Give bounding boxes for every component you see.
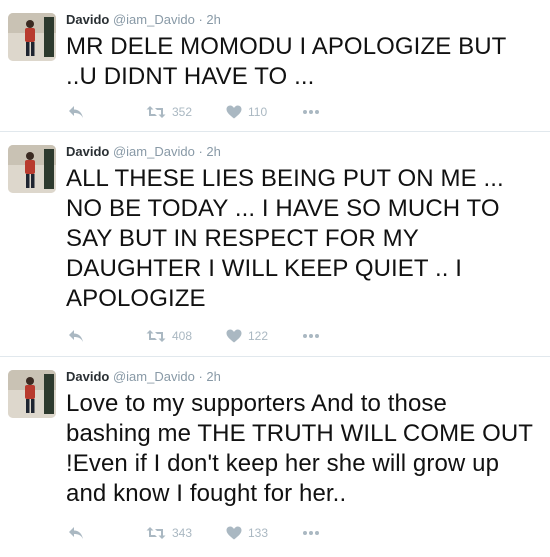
- more-button[interactable]: [302, 109, 320, 115]
- separator-dot: ·: [198, 369, 203, 384]
- retweet-icon: [146, 329, 166, 343]
- display-name[interactable]: Davido: [66, 12, 109, 27]
- more-dots-icon: [302, 109, 320, 115]
- timestamp[interactable]: 2h: [206, 144, 220, 159]
- like-count: 110: [248, 105, 268, 119]
- timestamp[interactable]: 2h: [206, 369, 220, 384]
- tweet-header: Davido @iam_Davido · 2h: [66, 144, 538, 160]
- display-name[interactable]: Davido: [66, 144, 109, 159]
- retweet-count: 352: [172, 105, 193, 119]
- like-count: 133: [248, 526, 269, 540]
- retweet-button[interactable]: 352: [146, 105, 192, 119]
- tweet-text: MR DELE MOMODU I APOLOGIZE BUT ..U DIDNT…: [66, 33, 506, 90]
- more-dots-icon: [302, 530, 320, 536]
- like-button[interactable]: 133: [226, 526, 268, 540]
- heart-icon: [226, 329, 242, 343]
- tweet-actions: 408 122: [66, 320, 538, 352]
- avatar[interactable]: [8, 13, 56, 61]
- reply-icon: [68, 105, 84, 119]
- reply-icon: [68, 329, 84, 343]
- tweet-header: Davido @iam_Davido · 2h: [66, 369, 538, 385]
- tweet[interactable]: Davido @iam_Davido · 2h ALL THESE LIES B…: [0, 132, 550, 357]
- heart-icon: [226, 526, 242, 540]
- more-dots-icon: [302, 333, 320, 339]
- like-button[interactable]: 122: [226, 329, 268, 343]
- timestamp[interactable]: 2h: [206, 12, 220, 27]
- user-handle[interactable]: @iam_Davido: [113, 12, 195, 27]
- like-count: 122: [248, 329, 269, 343]
- tweet[interactable]: Davido @iam_Davido · 2h MR DELE MOMODU I…: [0, 0, 550, 132]
- like-button[interactable]: 110: [226, 105, 267, 119]
- retweet-icon: [146, 526, 166, 540]
- tweet[interactable]: Davido @iam_Davido · 2h Love to my suppo…: [0, 357, 550, 557]
- retweet-icon: [146, 105, 166, 119]
- display-name[interactable]: Davido: [66, 369, 109, 384]
- reply-button[interactable]: [68, 526, 84, 540]
- timeline: Davido @iam_Davido · 2h MR DELE MOMODU I…: [0, 0, 550, 557]
- retweet-count: 343: [172, 526, 193, 540]
- avatar[interactable]: [8, 370, 56, 418]
- heart-icon: [226, 105, 242, 119]
- separator-dot: ·: [198, 12, 203, 27]
- retweet-button[interactable]: 408: [146, 329, 192, 343]
- user-handle[interactable]: @iam_Davido: [113, 144, 195, 159]
- reply-icon: [68, 526, 84, 540]
- tweet-text: ALL THESE LIES BEING PUT ON ME ... NO BE…: [66, 165, 504, 312]
- separator-dot: ·: [198, 144, 203, 159]
- tweet-actions: 343 133: [66, 517, 538, 549]
- reply-button[interactable]: [68, 105, 84, 119]
- more-button[interactable]: [302, 530, 320, 536]
- tweet-text: Love to my supporters And to those bashi…: [66, 390, 533, 507]
- user-handle[interactable]: @iam_Davido: [113, 369, 195, 384]
- retweet-button[interactable]: 343: [146, 526, 192, 540]
- retweet-count: 408: [172, 329, 193, 343]
- avatar[interactable]: [8, 145, 56, 193]
- reply-button[interactable]: [68, 329, 84, 343]
- tweet-header: Davido @iam_Davido · 2h: [66, 12, 538, 28]
- more-button[interactable]: [302, 333, 320, 339]
- tweet-actions: 352 110: [66, 96, 538, 128]
